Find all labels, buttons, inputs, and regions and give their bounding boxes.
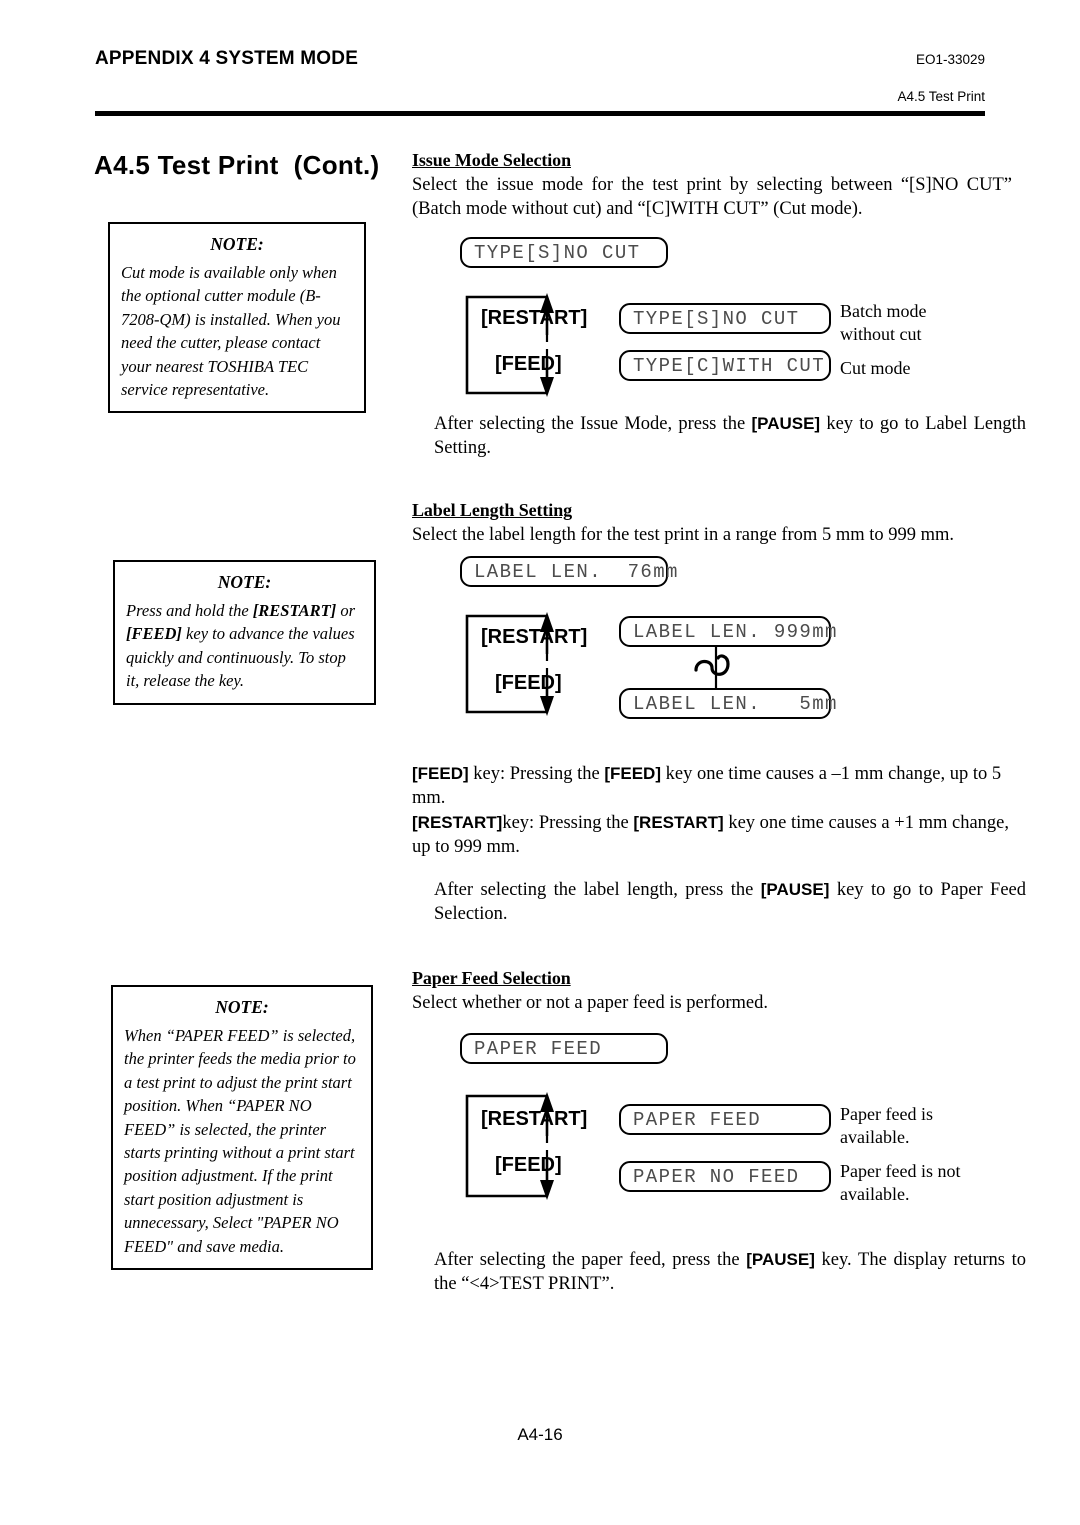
continuation-break-icon bbox=[688, 646, 744, 690]
side-note-paper-feed-option-2: Paper feed is not available. bbox=[840, 1161, 961, 1204]
after-text-pre: After selecting the paper feed, press th… bbox=[434, 1250, 747, 1270]
note-box-press-and-hold: NOTE: Press and hold the [RESTART] or [F… bbox=[113, 560, 376, 705]
section-label-length: Label Length Setting Select the label le… bbox=[412, 500, 1012, 547]
lcd-label-length-current: LABEL LEN. 76mm bbox=[460, 556, 677, 587]
loop-label-restart-label-length: [RESTART] bbox=[481, 626, 588, 648]
section-intro-issue-mode: Select the issue mode for the test print… bbox=[412, 175, 1012, 220]
side-note-issue-mode-option-1: Batch mode without cut bbox=[840, 301, 927, 344]
note-body: When “PAPER FEED” is selected, the print… bbox=[124, 1025, 356, 1256]
lcd-paper-feed-current: PAPER FEED bbox=[460, 1033, 668, 1064]
after-text-pre: After selecting the label length, press … bbox=[434, 880, 761, 900]
key-restart-rule-2: [RESTART] bbox=[633, 812, 724, 832]
key-restart-rule: [RESTART] bbox=[412, 812, 503, 832]
lcd-issue-mode-option-1: TYPE[S]NO CUT bbox=[619, 303, 831, 334]
lcd-label-length-min: LABEL LEN. 5mm bbox=[619, 688, 836, 719]
lcd-label-length-max: LABEL LEN. 999mm bbox=[619, 616, 836, 647]
loop-label-feed-issue-mode: [FEED] bbox=[495, 353, 562, 375]
header-document-code: EO1-33029 bbox=[915, 52, 985, 67]
note-box-cut-mode: NOTE: Cut mode is available only when th… bbox=[108, 222, 366, 414]
note-title: NOTE: bbox=[210, 234, 264, 254]
section-heading-paper-feed: Paper Feed Selection bbox=[412, 968, 571, 988]
note-body: Cut mode is available only when the opti… bbox=[121, 262, 341, 399]
section-heading-label-length: Label Length Setting bbox=[412, 500, 573, 520]
header-appendix-title: APPENDIX 4 SYSTEM MODE bbox=[95, 48, 359, 69]
key-feed-rule: [FEED] bbox=[412, 764, 469, 783]
lcd-paper-feed-option-1: PAPER FEED bbox=[619, 1104, 831, 1135]
note-text-mid: or bbox=[336, 600, 356, 620]
paragraph-after-label-length: After selecting the label length, press … bbox=[434, 878, 1026, 927]
note-text-pre: Press and hold the bbox=[126, 600, 253, 620]
note-title: NOTE: bbox=[217, 572, 272, 592]
page-header: APPENDIX 4 SYSTEM MODE EO1-33029 A4.5 Te… bbox=[95, 42, 985, 112]
section-issue-mode: Issue Mode Selection Select the issue mo… bbox=[412, 150, 1012, 222]
note-box-paper-feed: NOTE: When “PAPER FEED” is selected, the… bbox=[111, 985, 373, 1271]
page-number: A4-16 bbox=[517, 1425, 563, 1444]
feed-rule-a: key: Pressing the bbox=[468, 764, 605, 784]
loop-label-restart-paper-feed: [RESTART] bbox=[481, 1108, 588, 1130]
header-divider-rule bbox=[95, 111, 985, 116]
section-heading-issue-mode: Issue Mode Selection bbox=[412, 150, 571, 170]
loop-label-feed-paper-feed: [FEED] bbox=[495, 1154, 562, 1176]
lcd-issue-mode-current: TYPE[S]NO CUT bbox=[460, 237, 668, 268]
side-note-paper-feed-option-1: Paper feed is available. bbox=[840, 1104, 933, 1147]
header-section-reference: A4.5 Test Print bbox=[897, 89, 985, 104]
side-note-issue-mode-option-2: Cut mode bbox=[840, 358, 911, 378]
page-title: A4.5 Test Print (Cont.) bbox=[94, 150, 380, 180]
loop-bracket-paper-feed bbox=[461, 1090, 567, 1202]
section-paper-feed: Paper Feed Selection Select whether or n… bbox=[412, 968, 1012, 1015]
key-pause: [PAUSE] bbox=[760, 880, 830, 899]
loop-label-restart-issue-mode: [RESTART] bbox=[481, 307, 588, 329]
after-text-pre: After selecting the Issue Mode, press th… bbox=[434, 414, 752, 434]
key-pause: [PAUSE] bbox=[751, 414, 821, 433]
paragraph-key-rules: [FEED] key: Pressing the [FEED] key one … bbox=[412, 762, 1012, 860]
paragraph-after-issue-mode: After selecting the Issue Mode, press th… bbox=[434, 412, 1026, 461]
lcd-paper-feed-option-2: PAPER NO FEED bbox=[619, 1161, 831, 1192]
key-feed: [FEED] bbox=[126, 624, 182, 644]
section-intro-label-length: Select the label length for the test pri… bbox=[412, 525, 955, 545]
lcd-issue-mode-option-2: TYPE[C]WITH CUT bbox=[619, 350, 831, 381]
note-title: NOTE: bbox=[215, 997, 269, 1017]
restart-rule-a: key: Pressing the bbox=[502, 812, 634, 833]
key-feed-rule-2: [FEED] bbox=[604, 764, 661, 783]
loop-label-feed-label-length: [FEED] bbox=[495, 672, 562, 694]
key-pause: [PAUSE] bbox=[746, 1250, 815, 1269]
paragraph-after-paper-feed: After selecting the paper feed, press th… bbox=[434, 1248, 1026, 1297]
key-restart: [RESTART] bbox=[252, 600, 337, 620]
section-intro-paper-feed: Select whether or not a paper feed is pe… bbox=[412, 993, 768, 1013]
note-body: Press and hold the [RESTART] or [FEED] k… bbox=[126, 599, 363, 693]
